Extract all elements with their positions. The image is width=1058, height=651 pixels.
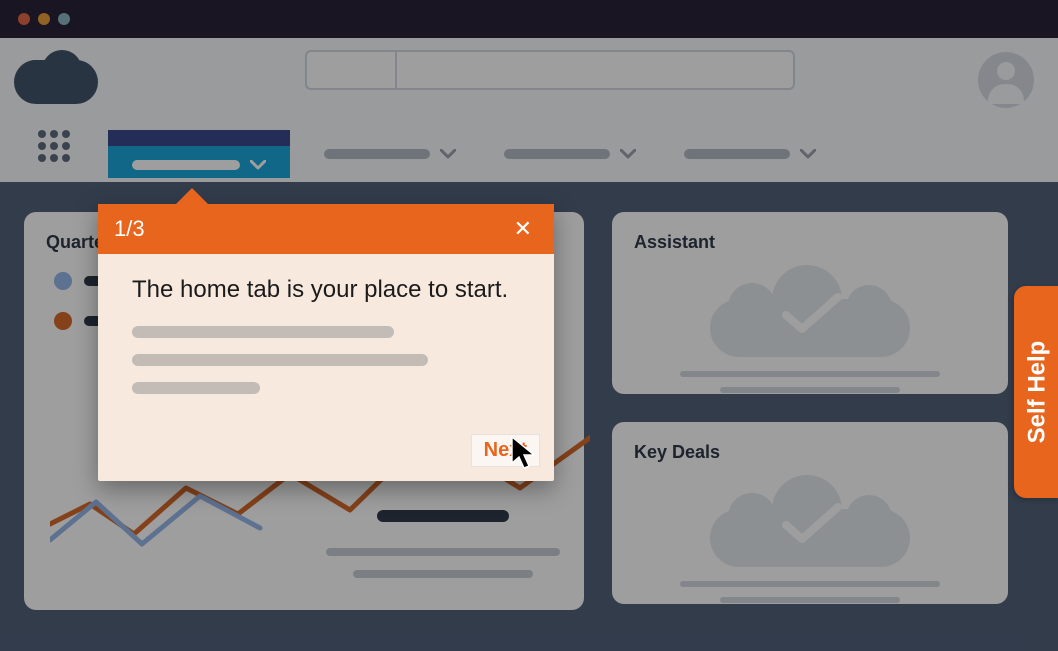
- self-help-tab[interactable]: Self Help: [1014, 286, 1058, 498]
- card-keydeals-title: Key Deals: [634, 442, 986, 463]
- window-maximize-dot[interactable]: [58, 13, 70, 25]
- keydeals-line-1: [680, 581, 940, 587]
- legend-dot-orange: [54, 312, 72, 330]
- cloud-check-icon: [710, 265, 910, 357]
- nav-tab-home[interactable]: [108, 130, 290, 178]
- nav-tab-home-label: [132, 160, 240, 170]
- nav-tab-4[interactable]: [670, 134, 830, 174]
- nav-tab-3-label: [504, 149, 610, 159]
- legend-dot-blue: [54, 272, 72, 290]
- chevron-down-icon: [250, 160, 266, 170]
- assistant-line-1: [680, 371, 940, 377]
- card-key-deals: Key Deals: [612, 422, 1008, 604]
- cloud-check-icon: [710, 475, 910, 567]
- self-help-label: Self Help: [1023, 341, 1051, 444]
- popover-text-line-2: [132, 354, 428, 366]
- window-close-dot[interactable]: [18, 13, 30, 25]
- popover-header: 1/3 ✕: [98, 204, 554, 254]
- cursor-icon: [510, 435, 540, 471]
- popover-text-line-1: [132, 326, 394, 338]
- summary-line-1: [326, 548, 560, 556]
- popover-arrow: [176, 188, 208, 204]
- summary-heading: [377, 510, 509, 522]
- main-nav: [0, 118, 1058, 178]
- popover-footer: Next: [98, 434, 554, 481]
- search-scope-selector[interactable]: [305, 50, 395, 90]
- card-assistant-title: Assistant: [634, 232, 986, 253]
- window-titlebar: [0, 0, 1058, 38]
- app-header: [0, 38, 1058, 182]
- chevron-down-icon: [800, 149, 816, 159]
- onboarding-popover: 1/3 ✕ The home tab is your place to star…: [98, 204, 554, 481]
- app-launcher-icon[interactable]: [38, 130, 70, 162]
- search-input[interactable]: [395, 50, 795, 90]
- popover-title: The home tab is your place to start.: [132, 276, 520, 304]
- quarterly-summary: [320, 510, 566, 578]
- nav-tab-2[interactable]: [310, 134, 470, 174]
- assistant-line-2: [720, 387, 900, 393]
- nav-tab-4-label: [684, 149, 790, 159]
- keydeals-line-2: [720, 597, 900, 603]
- app-logo[interactable]: [14, 48, 98, 104]
- user-avatar[interactable]: [978, 52, 1034, 108]
- nav-tab-3[interactable]: [490, 134, 650, 174]
- window-minimize-dot[interactable]: [38, 13, 50, 25]
- popover-step-counter: 1/3: [114, 216, 145, 242]
- close-icon[interactable]: ✕: [508, 214, 538, 244]
- chevron-down-icon: [620, 149, 636, 159]
- popover-text-line-3: [132, 382, 260, 394]
- app-window: Quartely: [0, 0, 1058, 651]
- card-assistant: Assistant: [612, 212, 1008, 394]
- global-search: [305, 50, 795, 90]
- chevron-down-icon: [440, 149, 456, 159]
- summary-line-2: [353, 570, 533, 578]
- popover-body: The home tab is your place to start.: [98, 254, 554, 434]
- nav-tab-2-label: [324, 149, 430, 159]
